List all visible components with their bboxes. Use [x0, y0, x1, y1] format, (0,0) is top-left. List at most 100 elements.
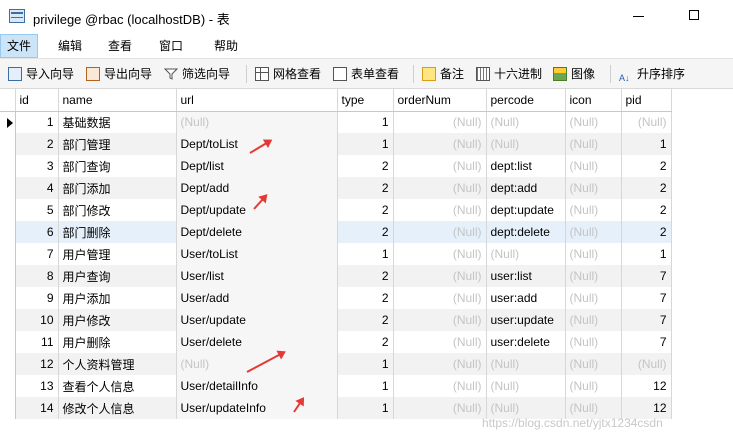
cell-icon[interactable]: (Null) [565, 375, 622, 397]
cell-ordernum[interactable]: (Null) [393, 133, 487, 155]
cell-ordernum[interactable]: (Null) [393, 221, 487, 243]
cell-id[interactable]: 7 [15, 243, 59, 265]
cell-type[interactable]: 2 [337, 221, 394, 243]
cell-percode[interactable]: (Null) [486, 353, 566, 375]
cell-pid[interactable]: (Null) [621, 111, 672, 133]
menu-edit[interactable]: 编辑 [52, 34, 88, 58]
cell-name[interactable]: 用户查询 [58, 265, 177, 287]
cell-id[interactable]: 5 [15, 199, 59, 221]
table-row[interactable]: 5 部门修改 Dept/update 2 (Null) dept:update (Null)… [0, 199, 672, 221]
cell-pid[interactable]: 7 [621, 309, 672, 331]
row-indicator[interactable] [0, 287, 16, 309]
cell-type[interactable]: 1 [337, 111, 394, 133]
cell-icon[interactable]: (Null) [565, 265, 622, 287]
cell-id[interactable]: 10 [15, 309, 59, 331]
hex-button[interactable]: 十六进制 [476, 65, 542, 83]
table-row[interactable]: 6 部门删除 Dept/delete 2 (Null) dept:delete (Null)… [0, 221, 672, 243]
cell-pid[interactable]: 1 [621, 243, 672, 265]
cell-ordernum[interactable]: (Null) [393, 287, 487, 309]
menu-window[interactable]: 窗口 [153, 34, 189, 58]
export-wizard-button[interactable]: 导出向导 [86, 65, 152, 83]
cell-type[interactable]: 2 [337, 155, 394, 177]
cell-ordernum[interactable]: (Null) [393, 375, 487, 397]
cell-id[interactable]: 9 [15, 287, 59, 309]
cell-type[interactable]: 2 [337, 309, 394, 331]
cell-name[interactable]: 部门修改 [58, 199, 177, 221]
cell-type[interactable]: 1 [337, 397, 394, 419]
cell-ordernum[interactable]: (Null) [393, 331, 487, 353]
cell-name[interactable]: 用户管理 [58, 243, 177, 265]
import-wizard-button[interactable]: 导入向导 [8, 65, 74, 83]
table-row[interactable]: 7 用户管理 User/toList 1 (Null) (Null) (Null) 1 [0, 243, 672, 265]
cell-icon[interactable]: (Null) [565, 133, 622, 155]
grid-view-button[interactable]: 网格查看 [255, 65, 321, 83]
menu-help[interactable]: 帮助 [208, 34, 244, 58]
cell-ordernum[interactable]: (Null) [393, 353, 487, 375]
row-indicator[interactable] [0, 133, 16, 155]
column-header-pid[interactable]: pid [621, 89, 672, 112]
cell-url[interactable]: Dept/update [176, 199, 338, 221]
cell-icon[interactable]: (Null) [565, 199, 622, 221]
cell-id[interactable]: 6 [15, 221, 59, 243]
table-row[interactable]: 2 部门管理 Dept/toList 1 (Null) (Null) (Null) 1 [0, 133, 672, 155]
cell-type[interactable]: 2 [337, 199, 394, 221]
column-header-ordernum[interactable]: orderNum [393, 89, 487, 112]
cell-percode[interactable]: dept:add [486, 177, 566, 199]
column-header-type[interactable]: type [337, 89, 394, 112]
cell-icon[interactable]: (Null) [565, 287, 622, 309]
cell-url[interactable]: User/delete [176, 331, 338, 353]
cell-name[interactable]: 部门添加 [58, 177, 177, 199]
table-row[interactable]: 1 基础数据 (Null) 1 (Null) (Null) (Null) (Null) [0, 111, 672, 133]
cell-icon[interactable]: (Null) [565, 243, 622, 265]
cell-url[interactable]: User/updateInfo [176, 397, 338, 419]
cell-id[interactable]: 8 [15, 265, 59, 287]
cell-percode[interactable]: (Null) [486, 133, 566, 155]
cell-url[interactable]: (Null) [176, 353, 338, 375]
row-indicator[interactable] [0, 309, 16, 331]
cell-type[interactable]: 2 [337, 331, 394, 353]
row-indicator[interactable] [0, 397, 16, 419]
cell-id[interactable]: 12 [15, 353, 59, 375]
cell-icon[interactable]: (Null) [565, 331, 622, 353]
cell-pid[interactable]: 7 [621, 287, 672, 309]
cell-type[interactable]: 1 [337, 353, 394, 375]
cell-icon[interactable]: (Null) [565, 111, 622, 133]
cell-pid[interactable]: 7 [621, 331, 672, 353]
cell-id[interactable]: 13 [15, 375, 59, 397]
row-indicator[interactable] [0, 243, 16, 265]
row-indicator[interactable] [0, 199, 16, 221]
row-indicator[interactable] [0, 221, 16, 243]
cell-type[interactable]: 1 [337, 375, 394, 397]
filter-wizard-button[interactable]: 筛选向导 [163, 65, 230, 83]
row-indicator[interactable] [0, 111, 16, 133]
cell-pid[interactable]: 1 [621, 133, 672, 155]
cell-percode[interactable]: (Null) [486, 375, 566, 397]
cell-percode[interactable]: user:delete [486, 331, 566, 353]
cell-pid[interactable]: (Null) [621, 353, 672, 375]
cell-url[interactable]: (Null) [176, 111, 338, 133]
column-header-percode[interactable]: percode [486, 89, 566, 112]
cell-type[interactable]: 2 [337, 287, 394, 309]
cell-url[interactable]: Dept/list [176, 155, 338, 177]
cell-url[interactable]: User/list [176, 265, 338, 287]
cell-pid[interactable]: 2 [621, 177, 672, 199]
row-indicator[interactable] [0, 177, 16, 199]
cell-ordernum[interactable]: (Null) [393, 111, 487, 133]
cell-url[interactable]: Dept/delete [176, 221, 338, 243]
cell-pid[interactable]: 7 [621, 265, 672, 287]
cell-type[interactable]: 1 [337, 243, 394, 265]
table-row[interactable]: 12 个人资料管理 (Null) 1 (Null) (Null) (Null) (Null) [0, 353, 672, 375]
cell-name[interactable]: 修改个人信息 [58, 397, 177, 419]
cell-url[interactable]: User/toList [176, 243, 338, 265]
table-row[interactable]: 3 部门查询 Dept/list 2 (Null) dept:list (Null) 2 [0, 155, 672, 177]
cell-icon[interactable]: (Null) [565, 309, 622, 331]
cell-name[interactable]: 基础数据 [58, 111, 177, 133]
table-row[interactable]: 11 用户删除 User/delete 2 (Null) user:delete (Null… [0, 331, 672, 353]
cell-ordernum[interactable]: (Null) [393, 243, 487, 265]
table-row[interactable]: 4 部门添加 Dept/add 2 (Null) dept:add (Null) 2 [0, 177, 672, 199]
column-header-url[interactable]: url [176, 89, 338, 112]
cell-id[interactable]: 14 [15, 397, 59, 419]
cell-name[interactable]: 部门删除 [58, 221, 177, 243]
cell-id[interactable]: 11 [15, 331, 59, 353]
column-header-id[interactable]: id [15, 89, 59, 112]
